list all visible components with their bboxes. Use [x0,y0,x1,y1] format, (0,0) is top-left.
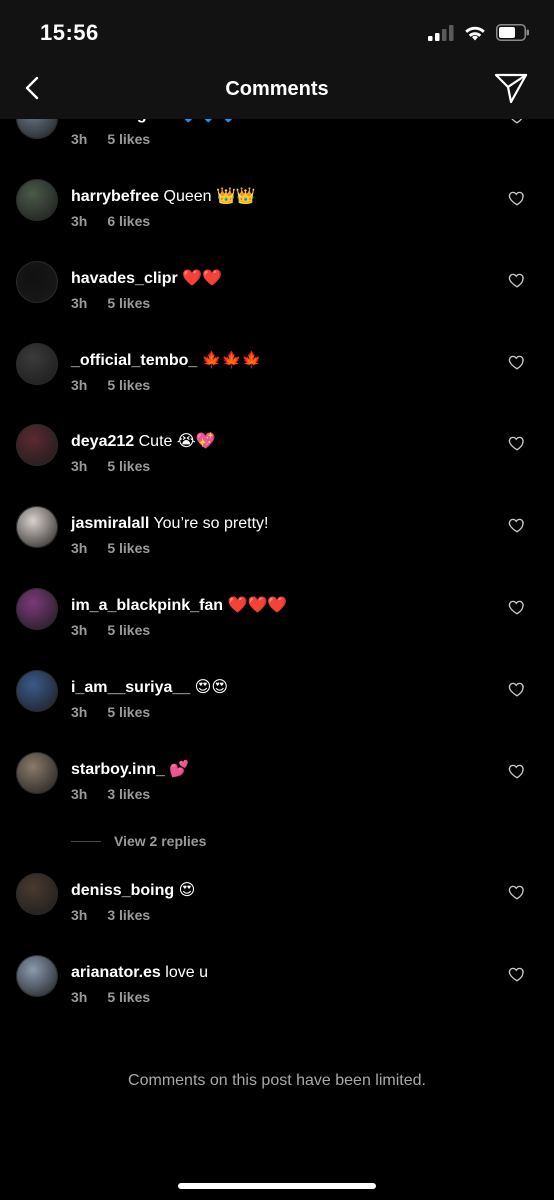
comment-time: 3h [71,131,88,147]
comments-header: Comments [0,66,554,119]
avatar[interactable] [16,179,58,221]
comment-username[interactable]: havades_clipr [71,270,178,287]
comment-username[interactable]: harrybefree [71,188,159,205]
comment-text: Cute [138,433,173,450]
comment-time: 3h [71,622,88,638]
comment-row: deya212 Cute 😭💖 3h 5 likes [0,424,554,511]
comment-time: 3h [71,989,88,1005]
send-paper-plane-icon[interactable] [494,71,528,105]
view-replies-button[interactable]: View 2 replies [71,833,206,849]
avatar[interactable] [16,752,58,794]
comment-likes[interactable]: 5 likes [107,131,150,147]
comment-row: havades_clipr ❤️❤️ 3h 5 likes [0,261,554,348]
heart-icon[interactable] [508,353,526,371]
wifi-icon [465,26,485,40]
comment-row: arianator.es love u 3h 5 likes [0,955,554,1042]
heart-icon[interactable] [508,434,526,452]
comment-row: _official_tembo_ 🍁🍁🍁 3h 5 likes [0,343,554,430]
avatar[interactable] [16,424,58,466]
comment-time: 3h [71,295,88,311]
comment-emoji: 😍😍 [194,677,229,696]
comment-emoji: 🍁🍁🍁 [201,350,262,369]
heart-icon[interactable] [508,883,526,901]
comment-text: You’re so pretty! [153,515,269,532]
comment-row: deniss_boing 😍 3h 3 likes [0,873,554,960]
avatar[interactable] [16,343,58,385]
heart-icon[interactable] [508,271,526,289]
comment-username[interactable]: im_a_blackpink_fan [71,597,223,614]
battery-icon [496,24,529,41]
avatar[interactable] [16,873,58,915]
heart-icon[interactable] [508,680,526,698]
comment-emoji: 👑👑 [216,186,256,205]
comment-emoji: 💕 [169,759,190,778]
comment-likes[interactable]: 6 likes [107,213,150,229]
comment-time: 3h [71,540,88,556]
comment-username[interactable]: i_am__suriya__ [71,679,190,696]
comment-username[interactable]: deniss_boing [71,882,174,899]
avatar[interactable] [16,506,58,548]
heart-icon[interactable] [508,516,526,534]
status-bar: 15:56 [0,0,554,66]
comment-row: harrybefree Queen 👑👑 3h 6 likes [0,179,554,266]
page-title: Comments [225,78,329,100]
comment-time: 3h [71,786,88,802]
comment-emoji: 😭💖 [176,431,216,450]
comments-limited-notice: Comments on this post have been limited. [128,1072,426,1089]
replies-divider [71,840,101,842]
comment-username[interactable]: _official_tembo_ [71,352,197,369]
cellular-signal-icon [428,24,454,41]
avatar[interactable] [16,588,58,630]
comment-row: im_a_blackpink_fan ❤️❤️❤️ 3h 5 likes [0,588,554,675]
comment-emoji: ❤️❤️❤️ [227,595,288,614]
comment-username[interactable]: arianator.es [71,964,161,981]
comment-username[interactable]: jasmiralall [71,515,149,532]
comments-list[interactable]: carlosengeds 🔷🔷🔷 3h5 likes harrybefree Q… [0,0,554,1200]
comment-likes[interactable]: 5 likes [107,458,150,474]
comment-likes[interactable]: 5 likes [107,622,150,638]
comment-text: love u [165,964,208,981]
comment-likes[interactable]: 5 likes [107,295,150,311]
comment-time: 3h [71,458,88,474]
comment-likes[interactable]: 3 likes [107,786,150,802]
view-replies-label: View 2 replies [114,833,207,849]
comment-username[interactable]: starboy.inn_ [71,761,165,778]
comment-likes[interactable]: 5 likes [107,540,150,556]
comment-time: 3h [71,377,88,393]
comment-username[interactable]: deya212 [71,433,134,450]
comment-row: starboy.inn_ 💕 3h 3 likes [0,752,554,839]
heart-icon[interactable] [508,965,526,983]
comment-emoji: ❤️❤️ [182,268,223,287]
status-time: 15:56 [40,20,99,45]
comment-likes[interactable]: 3 likes [107,907,150,923]
heart-icon[interactable] [508,762,526,780]
comment-likes[interactable]: 5 likes [107,377,150,393]
avatar[interactable] [16,670,58,712]
comment-time: 3h [71,213,88,229]
comment-likes[interactable]: 5 likes [107,989,150,1005]
heart-icon[interactable] [508,598,526,616]
comment-emoji: 😍 [178,880,196,899]
comment-likes[interactable]: 5 likes [107,704,150,720]
comment-row: i_am__suriya__ 😍😍 3h 5 likes [0,670,554,757]
comment-time: 3h [71,907,88,923]
avatar[interactable] [16,955,58,997]
avatar[interactable] [16,261,58,303]
comment-row: jasmiralall You’re so pretty! 3h 5 likes [0,506,554,593]
comment-time: 3h [71,704,88,720]
comment-text: Queen [163,188,212,205]
heart-icon[interactable] [508,189,526,207]
